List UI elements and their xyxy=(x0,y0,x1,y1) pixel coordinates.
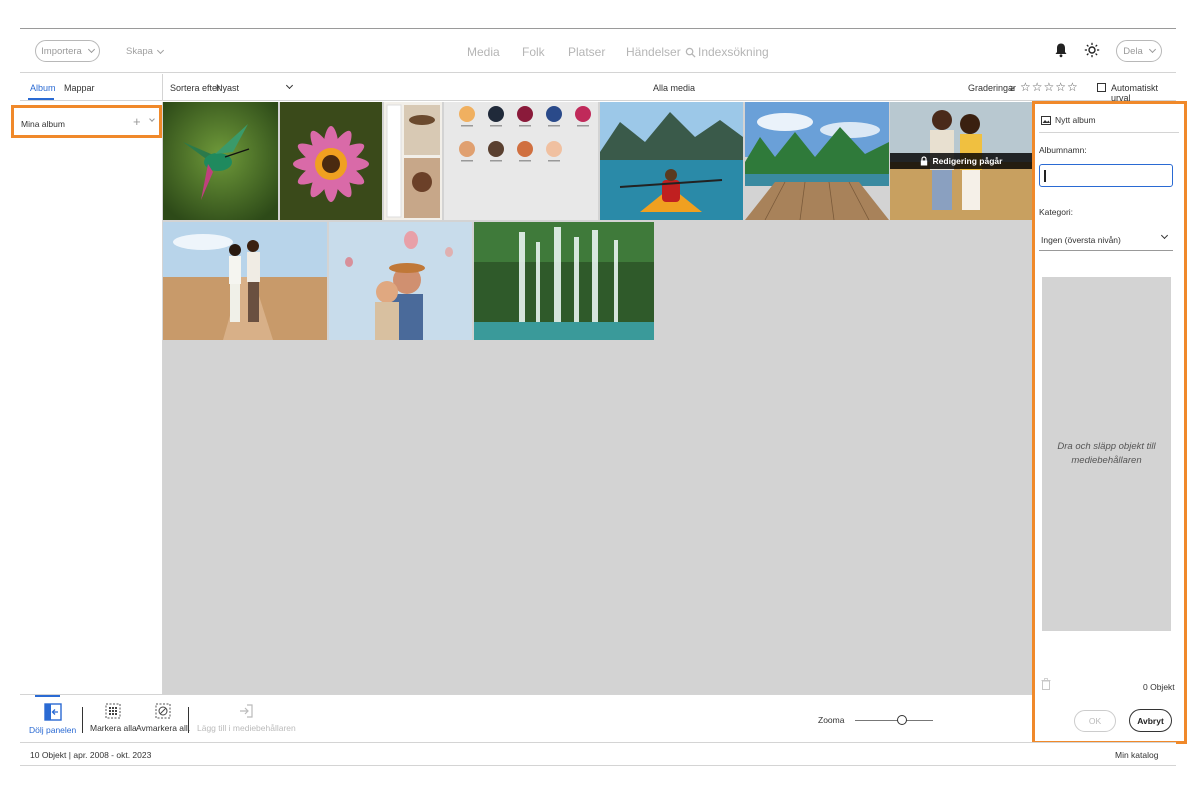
share-label: Dela xyxy=(1123,45,1143,57)
deselect-all-button[interactable]: Avmarkera all. xyxy=(136,703,190,733)
hide-panel-active-indicator xyxy=(35,695,60,697)
brightness-icon[interactable] xyxy=(1084,42,1102,60)
status-bar: 10 Objekt | apr. 2008 - okt. 2023 Min ka… xyxy=(20,742,1176,766)
import-button[interactable]: Importera xyxy=(35,40,100,62)
album-name-label: Albumnamn: xyxy=(1039,145,1087,155)
select-all-icon xyxy=(105,703,121,719)
edit-in-progress-label: Redigering pågår xyxy=(932,156,1003,166)
hide-panel-icon xyxy=(43,703,62,721)
import-label: Importera xyxy=(41,45,82,57)
app-window: Importera Skapa Media Folk Platser Hände… xyxy=(11,28,1187,766)
panel-divider xyxy=(1039,132,1179,133)
panel-title: Nytt album xyxy=(1055,115,1096,125)
media-thumbnail-balloons-selfie[interactable] xyxy=(329,222,472,340)
media-thumbnail-hummingbird[interactable] xyxy=(163,102,278,220)
category-dropdown[interactable]: Ingen (översta nivån) xyxy=(1039,230,1173,251)
sort-label: Sortera efter: xyxy=(170,83,223,93)
toolbar-divider xyxy=(82,707,83,733)
zoom-slider-track[interactable] xyxy=(855,720,933,721)
media-dropzone[interactable]: Dra och släpp objekt till mediebehållare… xyxy=(1042,277,1171,631)
add-to-tray-label: Lägg till i mediebehållaren xyxy=(197,723,296,733)
my-albums-label: Mina album xyxy=(21,119,65,129)
my-albums-row[interactable]: Mina album + xyxy=(11,105,162,138)
chevron-down-icon xyxy=(1148,45,1156,54)
lock-icon xyxy=(920,156,927,166)
bell-icon[interactable] xyxy=(1054,42,1072,60)
select-all-button[interactable]: Markera alla xyxy=(90,703,137,733)
album-name-input[interactable] xyxy=(1039,164,1173,187)
zoom-label: Zooma xyxy=(818,715,845,725)
nav-people[interactable]: Folk xyxy=(522,45,545,59)
category-label: Kategori: xyxy=(1039,207,1074,217)
active-tab-indicator xyxy=(28,98,54,100)
chevron-down-icon xyxy=(1160,231,1169,240)
search-icon xyxy=(685,47,696,58)
album-sidebar: Mina album + xyxy=(11,102,163,694)
media-thumbnail-collage[interactable] xyxy=(384,102,442,220)
tab-folders[interactable]: Mappar xyxy=(64,83,95,93)
hide-panel-label: Dölj panelen xyxy=(29,725,77,735)
status-separator: | xyxy=(68,750,71,760)
item-count: 10 Objekt xyxy=(30,750,67,760)
category-value: Ingen (översta nivån) xyxy=(1041,235,1121,245)
sort-dropdown[interactable]: Nyast xyxy=(216,80,294,96)
chevron-down-icon xyxy=(285,81,294,90)
media-thumbnail-pier[interactable] xyxy=(745,102,889,220)
catalog-name[interactable]: Min katalog xyxy=(1115,750,1158,760)
create-menu[interactable]: Skapa xyxy=(126,46,164,57)
cancel-button[interactable]: Avbryt xyxy=(1129,709,1172,732)
object-count: 0 Objekt xyxy=(1143,682,1175,692)
hide-panel-button[interactable]: Dölj panelen xyxy=(29,703,76,735)
deselect-all-label: Avmarkera all. xyxy=(136,723,191,733)
zoom-slider-handle[interactable] xyxy=(896,715,907,725)
chevron-down-icon xyxy=(156,46,164,54)
media-grid: Redigering pågår xyxy=(163,102,1032,694)
nav-index-search[interactable]: Indexsökning xyxy=(685,45,769,59)
add-album-icon[interactable]: + xyxy=(133,114,141,129)
ratings-label: Graderingar xyxy=(968,83,1017,93)
text-cursor xyxy=(1044,170,1046,182)
sidebar-tabs: Album Mappar xyxy=(20,74,163,101)
all-media-title: Alla media xyxy=(653,83,696,93)
toolbar-divider xyxy=(188,707,189,733)
media-thumbnail-flower[interactable] xyxy=(280,102,382,220)
tab-albums[interactable]: Album xyxy=(30,83,56,93)
index-search-label: Indexsökning xyxy=(698,45,769,59)
sort-value: Nyast xyxy=(216,83,240,93)
panel-header: Nytt album xyxy=(1041,115,1096,125)
album-icon xyxy=(1041,115,1051,125)
add-to-tray-icon xyxy=(240,704,253,718)
share-button[interactable]: Dela xyxy=(1116,40,1162,62)
nav-places[interactable]: Platser xyxy=(568,45,605,59)
chevron-down-icon xyxy=(87,45,95,54)
auto-select-label: Automatiskt urval xyxy=(1111,83,1159,103)
nav-events[interactable]: Händelser xyxy=(626,45,681,59)
ok-button[interactable]: OK xyxy=(1074,710,1116,732)
trash-icon[interactable] xyxy=(1041,678,1051,690)
select-all-label: Markera alla xyxy=(90,723,137,733)
create-label: Skapa xyxy=(126,46,153,57)
ratings-operator: ≥ xyxy=(1010,83,1015,93)
top-bar: Importera Skapa Media Folk Platser Hände… xyxy=(20,29,1176,73)
nav-media[interactable]: Media xyxy=(467,45,500,59)
rating-stars[interactable]: ☆☆☆☆☆ xyxy=(1020,80,1079,94)
media-thumbnail-waterfall[interactable] xyxy=(474,222,654,340)
date-range: apr. 2008 - okt. 2023 xyxy=(73,750,152,760)
dropzone-text: Dra och släpp objekt till mediebehållare… xyxy=(1057,441,1156,466)
new-album-panel: Nytt album Albumnamn: Kategori: Ingen (ö… xyxy=(1032,101,1187,744)
auto-select-checkbox[interactable] xyxy=(1097,83,1106,92)
media-thumbnail-couple-road[interactable] xyxy=(163,222,327,340)
media-thumbnail-kayak[interactable] xyxy=(600,102,743,220)
media-thumbnail-faces-sheet[interactable] xyxy=(444,102,598,220)
media-thumbnail-couple-locked[interactable]: Redigering pågår xyxy=(890,102,1032,220)
bottom-toolbar: Dölj panelen Markera alla Avmarkera all. xyxy=(20,694,1032,742)
chevron-down-icon[interactable] xyxy=(149,116,155,122)
status-summary: 10 Objekt | apr. 2008 - okt. 2023 xyxy=(30,750,151,760)
deselect-all-icon xyxy=(155,703,171,719)
add-to-tray-button[interactable]: Lägg till i mediebehållaren xyxy=(197,703,296,733)
edit-in-progress-banner: Redigering pågår xyxy=(890,153,1032,169)
sub-bar: Album Mappar Sortera efter: Nyast Alla m… xyxy=(20,74,1176,103)
